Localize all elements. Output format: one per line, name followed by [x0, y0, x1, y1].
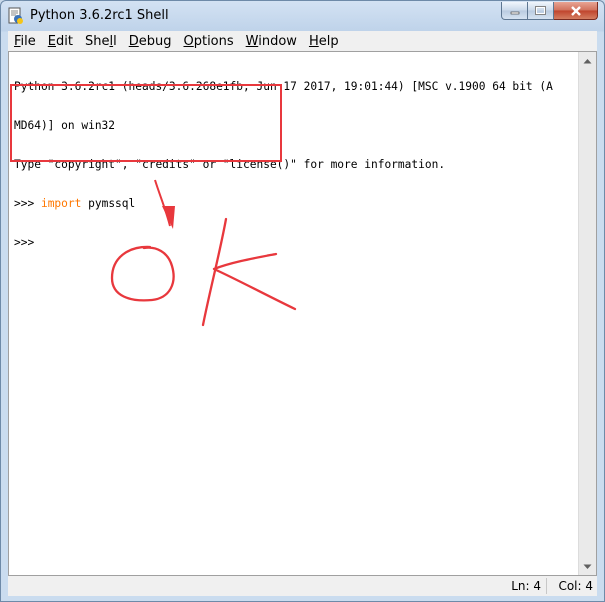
- vertical-scrollbar[interactable]: [578, 52, 596, 575]
- scroll-down-icon: [583, 564, 592, 569]
- menu-options[interactable]: Options: [177, 34, 239, 49]
- title-bar[interactable]: Python 3.6.2rc1 Shell: [1, 1, 604, 31]
- shell-prompt-empty[interactable]: >>>: [14, 236, 582, 249]
- line-number-status: Ln: 4: [511, 579, 541, 593]
- shell-banner-line-1: Python 3.6.2rc1 (heads/3.6:268e1fb, Jun …: [14, 80, 553, 93]
- menu-file[interactable]: File: [8, 34, 42, 49]
- menu-debug[interactable]: Debug: [123, 34, 178, 49]
- status-divider: [546, 578, 547, 594]
- scroll-down-button[interactable]: [579, 558, 596, 575]
- shell-prompt: >>>: [14, 197, 41, 210]
- menu-edit[interactable]: Edit: [42, 34, 79, 49]
- menu-help[interactable]: Help: [303, 34, 345, 49]
- shell-banner-line-2: MD64)] on win32: [14, 119, 116, 132]
- scroll-up-button[interactable]: [579, 52, 596, 69]
- close-button[interactable]: [554, 2, 598, 20]
- keyword-import: import: [40, 197, 82, 210]
- module-name: pymssql: [81, 197, 136, 210]
- menu-shell[interactable]: Shell: [79, 34, 123, 49]
- shell-input-line: >>> import pymssql: [14, 197, 582, 210]
- maximize-button[interactable]: [528, 2, 554, 20]
- status-bar: Ln: 4 Col: 4: [8, 576, 597, 596]
- window-title: Python 3.6.2rc1 Shell: [30, 8, 169, 23]
- shell-banner-line-3: Type "copyright", "credits" or "license(…: [14, 158, 446, 171]
- scroll-up-icon: [583, 58, 592, 63]
- shell-text-area[interactable]: Python 3.6.2rc1 (heads/3.6:268e1fb, Jun …: [8, 51, 597, 576]
- python-idle-icon: [8, 7, 23, 24]
- maximize-icon: [535, 6, 546, 15]
- minimize-button[interactable]: [501, 2, 528, 20]
- column-number-status: Col: 4: [558, 579, 593, 593]
- minimize-icon: [510, 11, 519, 14]
- close-icon: [570, 5, 581, 16]
- idle-shell-window: Python 3.6.2rc1 Shell File Edit Shell De…: [0, 0, 605, 602]
- menu-window[interactable]: Window: [240, 34, 303, 49]
- menu-bar: File Edit Shell Debug Options Window Hel…: [8, 31, 597, 51]
